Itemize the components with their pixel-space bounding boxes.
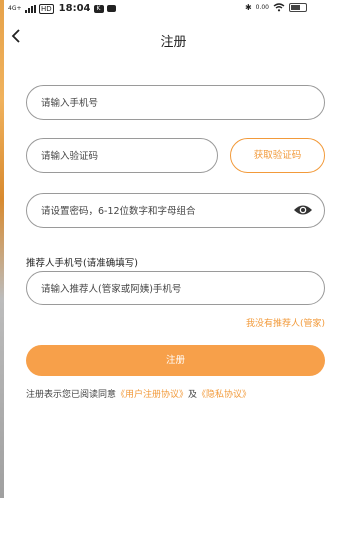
get-code-button[interactable]: 获取验证码 [230,138,325,173]
network-type: 4G+ [8,4,22,12]
code-field[interactable] [26,138,218,174]
signal-icon [25,4,36,13]
register-button[interactable]: 注册 [26,345,325,376]
wifi-icon [273,3,285,12]
bluetooth-icon: ✱ [244,3,252,12]
referrer-label: 推荐人手机号(请准确填写) [26,258,138,269]
clock: 18:04 [58,3,91,14]
password-field[interactable] [26,193,325,229]
code-input[interactable] [39,139,209,174]
agreement-text: 注册表示您已阅读同意《用户注册协议》及《隐私协议》 [26,387,251,400]
nav-bar: 注册 [4,24,343,54]
status-right: ✱ 0.00 [245,3,307,12]
page-title: 注册 [160,35,187,50]
password-input[interactable] [39,194,316,229]
user-agreement-link[interactable]: 《用户注册协议》 [116,390,188,400]
phone-field[interactable] [26,85,325,121]
referrer-field[interactable] [26,271,325,306]
notification-badge: K [93,4,104,13]
privacy-policy-link[interactable]: 《隐私协议》 [197,390,251,400]
no-referrer-link[interactable]: 我没有推荐人(管家) [246,316,325,329]
hd-icon: HD [39,3,54,14]
battery-icon [289,3,307,12]
eye-icon[interactable] [293,203,313,217]
agreement-and: 及 [188,390,198,400]
message-icon [106,5,116,12]
net-speed: 0.00 [255,4,269,11]
agreement-prefix: 注册表示您已阅读同意 [26,390,117,400]
phone-input[interactable] [39,86,316,121]
status-bar: 4G+ HD 18:04 K ✱ 0.00 [4,0,343,18]
register-screen: 4G+ HD 18:04 K ✱ 0.00 注册 请输入手机号 请输入验证码 获… [4,0,343,498]
referrer-input[interactable] [39,272,316,306]
status-left: 4G+ HD 18:04 K [8,3,116,14]
